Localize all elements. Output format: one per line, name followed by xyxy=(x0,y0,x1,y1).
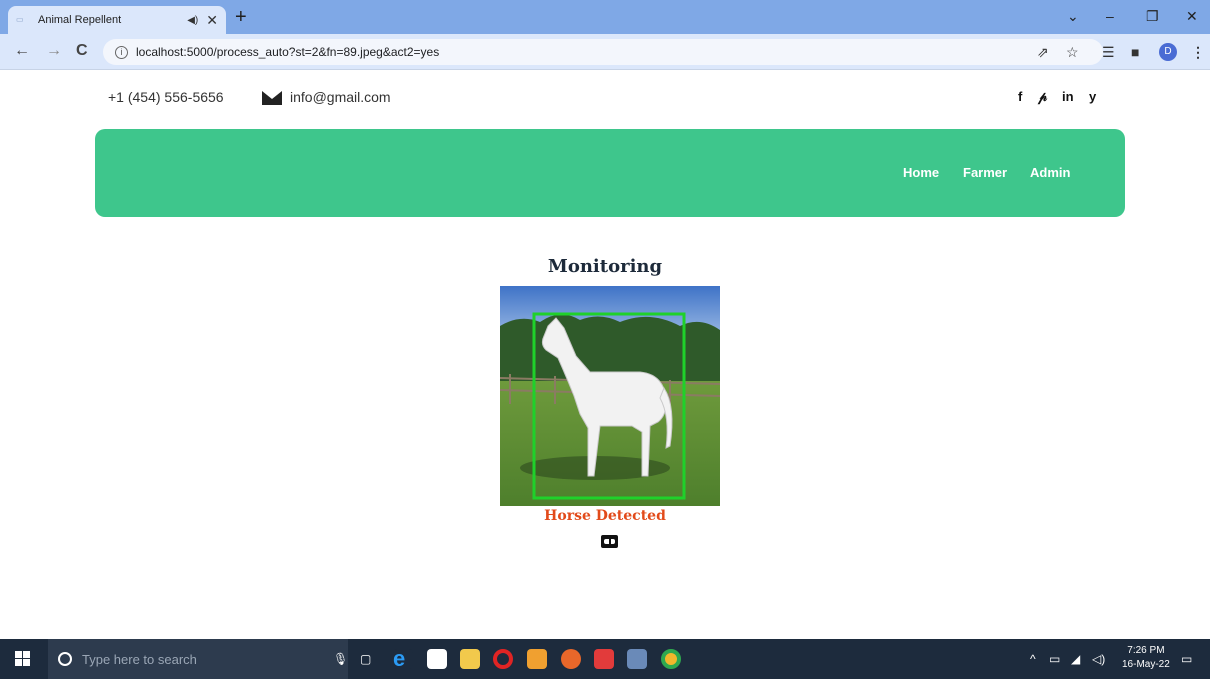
restore-button[interactable]: ❐ xyxy=(1146,8,1159,25)
tab-title: Animal Repellent xyxy=(38,14,122,26)
forward-button[interactable]: → xyxy=(46,42,62,60)
wifi-icon[interactable]: ◢ xyxy=(1071,652,1080,666)
horse-photo xyxy=(500,286,720,506)
edge-icon[interactable]: e xyxy=(393,648,413,670)
nav-link-home[interactable]: Home xyxy=(903,165,939,180)
envelope-icon xyxy=(262,91,282,105)
clock-time: 7:26 PM xyxy=(1127,645,1165,656)
firefox-icon[interactable] xyxy=(561,649,581,669)
menu-kebab-icon[interactable]: ⋮ xyxy=(1191,44,1205,61)
task-view-icon[interactable]: ▢ xyxy=(360,652,371,666)
nav-link-admin[interactable]: Admin xyxy=(1030,165,1070,180)
system-clock[interactable]: 7:26 PM 16-May-22 xyxy=(1122,644,1170,672)
back-button[interactable]: ← xyxy=(14,42,30,60)
facebook-icon[interactable]: f xyxy=(1018,89,1022,104)
phone-number: +1 (454) 556-5656 xyxy=(108,89,224,105)
store-icon[interactable] xyxy=(427,649,447,669)
tab-close-icon[interactable]: ✕ xyxy=(206,12,218,29)
nav-link-farmer[interactable]: Farmer xyxy=(963,165,1007,180)
new-tab-button[interactable]: + xyxy=(235,6,247,28)
app-icon-orange[interactable] xyxy=(527,649,547,669)
app-icon-blue[interactable] xyxy=(627,649,647,669)
speaker-icon[interactable]: ◀) xyxy=(187,15,198,26)
windows-start-icon[interactable] xyxy=(15,651,31,667)
email-address: info@gmail.com xyxy=(290,89,391,105)
reload-button[interactable]: C xyxy=(76,42,88,60)
page-title: Monitoring xyxy=(547,256,663,277)
address-bar[interactable]: i localhost:5000/process_auto?st=2&fn=89… xyxy=(103,39,1103,65)
window-close-button[interactable]: ✕ xyxy=(1186,8,1198,25)
taskbar-search-input[interactable]: Type here to search xyxy=(48,639,348,679)
reading-list-icon[interactable]: ☰ xyxy=(1102,44,1115,61)
cortana-icon xyxy=(58,652,72,666)
windows-taskbar: Type here to search 🎙︎ ▢ e ^ ▭ ◢ ◁) 7:26… xyxy=(0,639,1210,679)
opera-icon[interactable] xyxy=(493,649,513,669)
browser-toolbar: ← → C i localhost:5000/process_auto?st=2… xyxy=(0,34,1210,70)
site-info-icon[interactable]: i xyxy=(115,45,128,59)
volume-icon[interactable]: ◁) xyxy=(1092,652,1105,666)
share-icon[interactable]: ⇗ xyxy=(1037,44,1049,61)
twitter-icon[interactable]: y xyxy=(1089,89,1096,104)
search-placeholder: Type here to search xyxy=(82,651,197,667)
main-navbar: Home Farmer Admin xyxy=(95,129,1125,217)
detection-image xyxy=(500,286,720,506)
minimize-button[interactable]: – xyxy=(1106,8,1114,24)
browser-tab[interactable]: ▭ Animal Repellent ◀) ✕ xyxy=(8,6,226,34)
app-icon-red[interactable] xyxy=(594,649,614,669)
chrome-icon[interactable] xyxy=(661,649,681,669)
tab-search-chevron-icon[interactable]: ⌄ xyxy=(1067,8,1079,25)
bookmark-star-icon[interactable]: ☆ xyxy=(1066,44,1079,61)
url-text: localhost:5000/process_auto?st=2&fn=89.j… xyxy=(136,45,440,59)
linkedin-icon[interactable]: in xyxy=(1062,89,1074,104)
detection-status: Horse Detected xyxy=(544,508,666,524)
notifications-icon[interactable]: ▭ xyxy=(1181,652,1192,666)
tray-chevron-icon[interactable]: ^ xyxy=(1030,652,1036,666)
side-panel-icon[interactable]: ■ xyxy=(1131,44,1139,60)
page-favicon-icon: ▭ xyxy=(16,15,24,24)
audio-alert-icon[interactable] xyxy=(601,535,618,548)
pinterest-icon[interactable]: 𝓅 xyxy=(1038,89,1047,105)
profile-avatar[interactable]: D xyxy=(1159,43,1177,61)
microphone-icon[interactable]: 🎙︎ xyxy=(333,652,348,666)
browser-tab-bar: ▭ Animal Repellent ◀) ✕ + ⌄ – ❐ ✕ xyxy=(0,0,1210,34)
clock-date: 16-May-22 xyxy=(1122,659,1170,670)
file-explorer-icon[interactable] xyxy=(460,649,480,669)
battery-icon[interactable]: ▭ xyxy=(1049,652,1060,666)
